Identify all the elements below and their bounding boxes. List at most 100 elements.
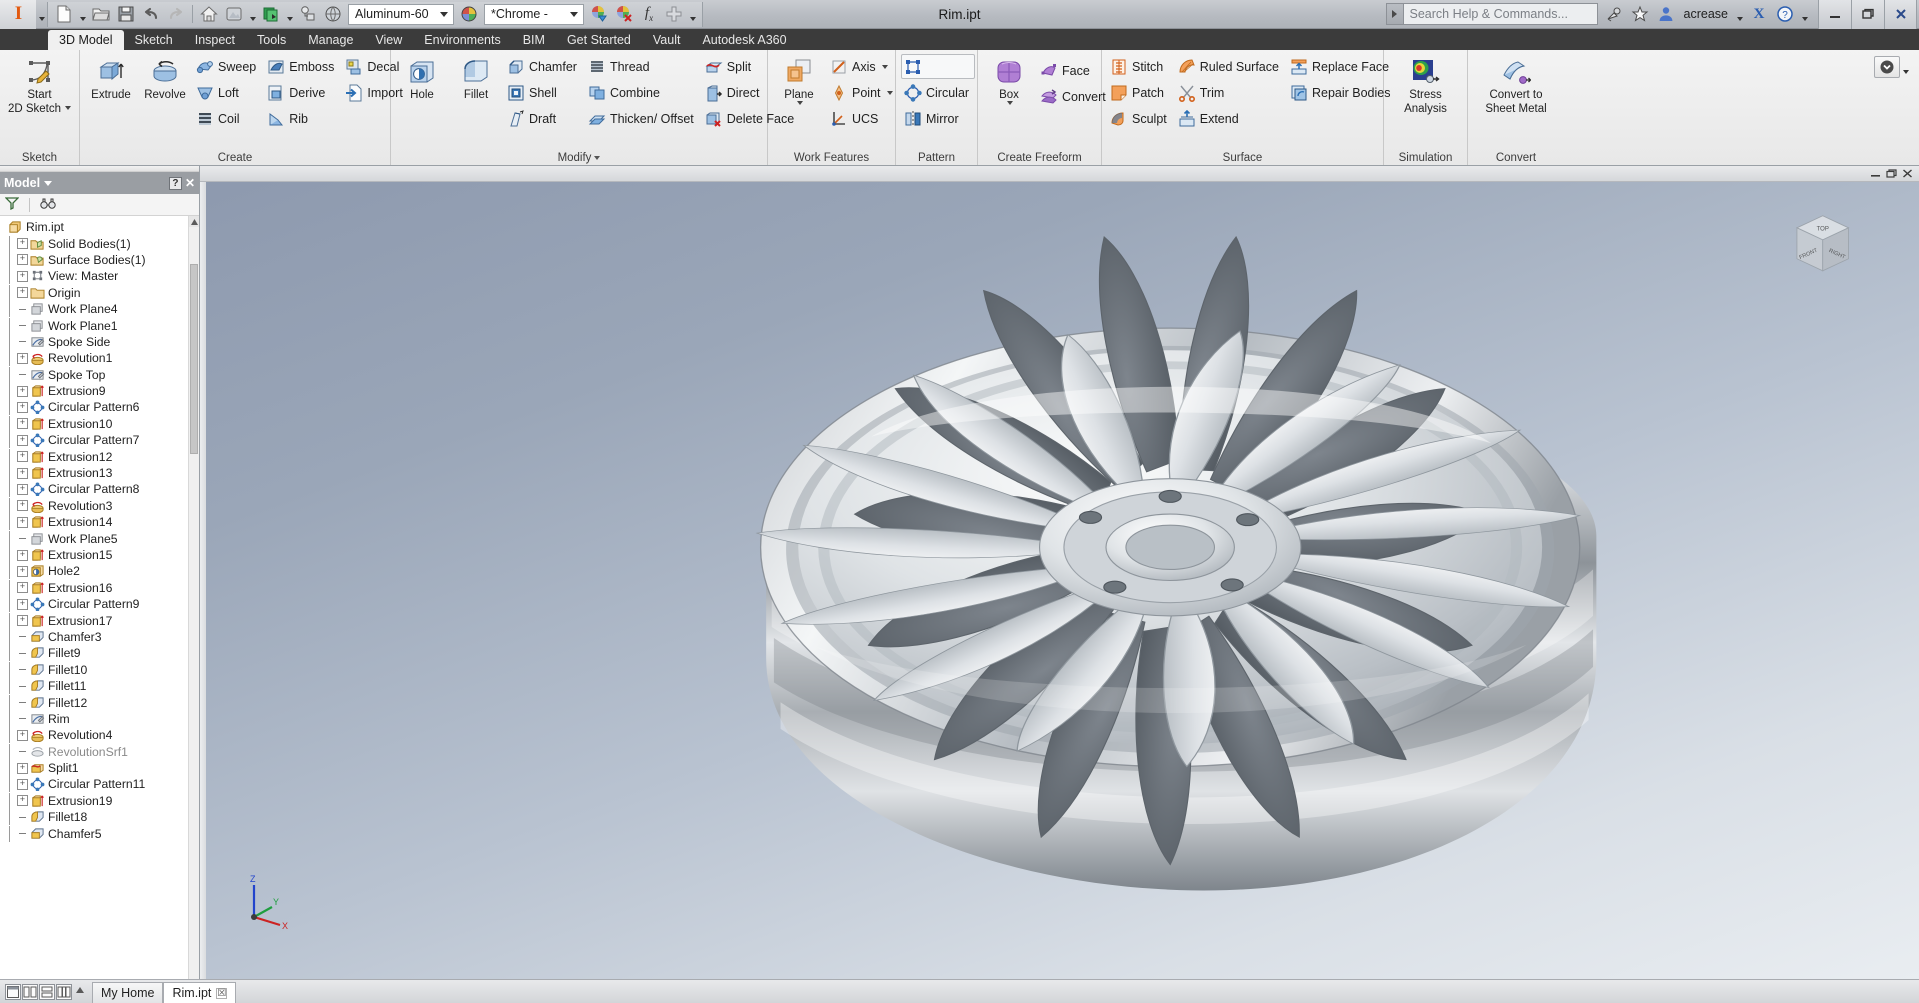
help-chevron-down-icon[interactable] — [1799, 3, 1810, 26]
extrude-button[interactable]: Extrude — [85, 54, 137, 104]
sweep-button[interactable]: Sweep — [193, 54, 262, 79]
account-username[interactable]: acrease — [1680, 7, 1732, 21]
patch-button[interactable]: Patch — [1107, 80, 1173, 105]
rib-button[interactable]: Rib — [264, 106, 340, 131]
material-chevron-down-icon[interactable] — [284, 3, 295, 26]
tree-item[interactable]: Work Plane1 — [2, 317, 199, 333]
tree-expand-icon[interactable]: + — [17, 795, 28, 806]
application-menu-button[interactable]: I — [0, 0, 36, 29]
tree-expand-icon[interactable]: + — [17, 484, 28, 495]
plane-button[interactable]: Plane — [773, 54, 825, 108]
tree-expand-icon[interactable]: + — [17, 599, 28, 610]
home-icon[interactable] — [197, 3, 221, 26]
appearance-selector[interactable]: *Chrome - — [484, 4, 584, 25]
tree-item[interactable]: Fillet10 — [2, 662, 199, 678]
tree-expand-icon[interactable]: + — [17, 582, 28, 593]
tree-item[interactable]: +Extrusion10 — [2, 416, 199, 432]
customize-quick-access-chevron-down-icon[interactable] — [687, 3, 698, 26]
tree-expand-icon[interactable]: + — [17, 435, 28, 446]
derive-button[interactable]: Derive — [264, 80, 340, 105]
browser-chevron-down-icon[interactable] — [44, 181, 52, 186]
modify-panel-chevron-down-icon[interactable] — [594, 156, 600, 160]
tree-expand-icon[interactable]: + — [17, 238, 28, 249]
tree-item[interactable]: RevolutionSrf1 — [2, 744, 199, 760]
repair-bodies-button[interactable]: Repair Bodies — [1287, 80, 1397, 105]
tree-item[interactable]: Chamfer5 — [2, 825, 199, 841]
revolve-button[interactable]: Revolve — [139, 54, 191, 104]
tile-horizontal-icon[interactable] — [22, 984, 38, 1000]
minimize-button[interactable] — [1818, 0, 1851, 29]
tree-item[interactable]: Fillet9 — [2, 645, 199, 661]
point-button[interactable]: Point — [827, 80, 899, 105]
tree-item[interactable]: +Extrusion17 — [2, 612, 199, 628]
tree-item[interactable]: Work Plane5 — [2, 530, 199, 546]
model-tree-scrollbar[interactable] — [188, 216, 199, 979]
search-dropdown-icon[interactable] — [1386, 3, 1403, 25]
tab-view[interactable]: View — [364, 30, 413, 50]
tree-expand-icon[interactable]: + — [17, 418, 28, 429]
hole-button[interactable]: Hole — [396, 54, 448, 104]
new-document-chevron-down-icon[interactable] — [77, 3, 88, 26]
open-folder-icon[interactable] — [89, 3, 113, 26]
tree-item[interactable]: +Circular Pattern9 — [2, 596, 199, 612]
tree-item[interactable]: +Split1 — [2, 760, 199, 776]
tree-item[interactable]: +Circular Pattern11 — [2, 776, 199, 792]
tree-expand-icon[interactable]: + — [17, 550, 28, 561]
tree-item[interactable]: +Revolution4 — [2, 727, 199, 743]
doc-tab-close-icon[interactable]: ☒ — [216, 988, 227, 999]
tree-item[interactable]: Fillet11 — [2, 678, 199, 694]
tree-item[interactable]: +Extrusion19 — [2, 793, 199, 809]
undo-arrow-icon[interactable] — [139, 3, 163, 26]
point-chevron-down-icon[interactable] — [887, 91, 893, 95]
combine-button[interactable]: Combine — [585, 80, 700, 105]
tree-item[interactable]: +Solid Bodies(1) — [2, 235, 199, 251]
convert-to-sheet-metal-button[interactable]: Convert to Sheet Metal — [1479, 54, 1552, 118]
tree-item[interactable]: +Circular Pattern6 — [2, 399, 199, 415]
tile-vertical-icon[interactable] — [39, 984, 55, 1000]
ucs-button[interactable]: UCS — [827, 106, 899, 131]
stress-analysis-button[interactable]: Stress Analysis — [1398, 54, 1453, 118]
tab-environments[interactable]: Environments — [413, 30, 511, 50]
scroll-up-arrow-icon[interactable] — [189, 216, 199, 227]
3d-viewport[interactable]: TOP FRONT RIGHT Z X Y — [200, 166, 1919, 979]
tree-item[interactable]: +Surface Bodies(1) — [2, 252, 199, 268]
restore-button[interactable] — [1851, 0, 1884, 29]
tree-expand-icon[interactable]: + — [17, 566, 28, 577]
tree-expand-icon[interactable]: + — [17, 402, 28, 413]
tree-expand-icon[interactable]: + — [17, 254, 28, 265]
replace-face-button[interactable]: Replace Face — [1287, 54, 1397, 79]
ribbon-overflow-button[interactable] — [1874, 56, 1900, 78]
draft-button[interactable]: Draft — [504, 106, 583, 131]
tree-item[interactable]: Spoke Top — [2, 367, 199, 383]
extend-button[interactable]: Extend — [1175, 106, 1285, 131]
thicken-offset-button[interactable]: Thicken/ Offset — [585, 106, 700, 131]
tree-expand-icon[interactable]: + — [17, 386, 28, 397]
start-2d-sketch-button[interactable]: Start 2D Sketch — [5, 54, 74, 118]
tree-item[interactable]: Fillet12 — [2, 694, 199, 710]
ruled-surface-button[interactable]: Ruled Surface — [1175, 54, 1285, 79]
tree-expand-icon[interactable]: + — [17, 763, 28, 774]
tab-bim[interactable]: BIM — [512, 30, 556, 50]
tree-item[interactable]: Work Plane4 — [2, 301, 199, 317]
fx-icon[interactable]: fx — [637, 3, 661, 26]
stitch-button[interactable]: Stitch — [1107, 54, 1173, 79]
tree-item[interactable]: +Circular Pattern8 — [2, 481, 199, 497]
doc-tab-my-home[interactable]: My Home — [92, 982, 163, 1003]
tree-item[interactable]: +Origin — [2, 285, 199, 301]
tree-item[interactable]: +Extrusion14 — [2, 514, 199, 530]
tree-item[interactable]: +Extrusion15 — [2, 547, 199, 563]
cascade-icon[interactable] — [56, 984, 72, 1000]
viewport-minimize-button[interactable] — [1869, 168, 1881, 179]
star-icon[interactable] — [1628, 3, 1652, 26]
save-floppy-icon[interactable] — [114, 3, 138, 26]
tree-item[interactable]: Spoke Side — [2, 334, 199, 350]
appearance-clear-icon[interactable] — [612, 3, 636, 26]
tree-expand-icon[interactable]: + — [17, 468, 28, 479]
loft-button[interactable]: Loft — [193, 80, 262, 105]
tree-expand-icon[interactable]: + — [17, 271, 28, 282]
tree-item[interactable]: Rim.ipt — [2, 219, 199, 235]
tree-expand-icon[interactable]: + — [17, 500, 28, 511]
switch-window-icon[interactable] — [73, 984, 89, 1000]
tree-item[interactable]: Chamfer3 — [2, 629, 199, 645]
help-icon[interactable]: ? — [1773, 3, 1797, 26]
